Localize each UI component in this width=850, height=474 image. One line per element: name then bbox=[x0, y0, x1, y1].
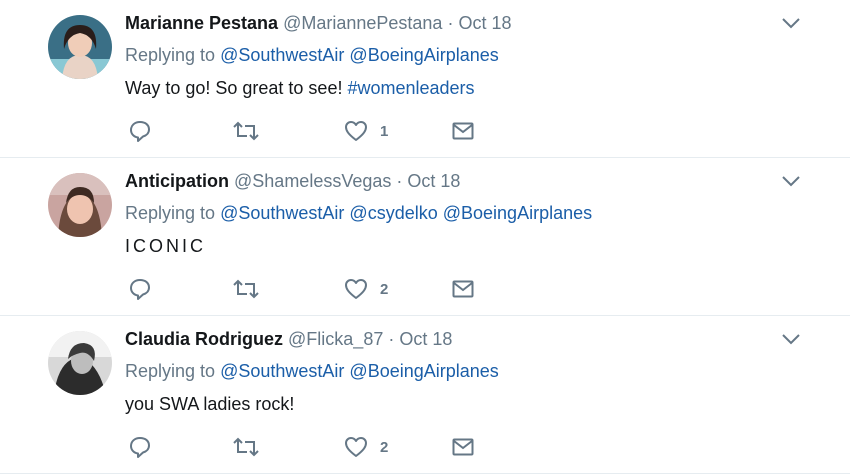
hashtag-link[interactable]: #womenleaders bbox=[347, 78, 474, 98]
tweet-text: ICONIC bbox=[125, 235, 206, 257]
replying-to-label: Replying to bbox=[125, 203, 216, 223]
heart-icon bbox=[345, 279, 367, 299]
mention-link[interactable]: @SouthwestAir bbox=[220, 361, 344, 381]
tweet[interactable]: Anticipation @ShamelessVegas · Oct 18 Re… bbox=[0, 158, 850, 316]
replying-to-label: Replying to bbox=[125, 361, 216, 381]
like-count: 2 bbox=[380, 280, 389, 298]
reply-icon bbox=[130, 437, 150, 458]
avatar[interactable] bbox=[48, 15, 112, 79]
envelope-icon bbox=[452, 280, 474, 298]
like-count: 2 bbox=[380, 438, 389, 456]
separator: · bbox=[396, 171, 403, 191]
tweet-header: Claudia Rodriguez @Flicka_87 · Oct 18 bbox=[125, 328, 452, 350]
like-button[interactable]: 2 bbox=[344, 434, 388, 460]
replying-to: Replying to @SouthwestAir @csydelko @Boe… bbox=[125, 202, 592, 224]
reply-icon bbox=[130, 121, 150, 142]
tweet-body: ICONIC bbox=[125, 236, 206, 256]
tweet[interactable]: Claudia Rodriguez @Flicka_87 · Oct 18 Re… bbox=[0, 316, 850, 474]
like-button[interactable]: 1 bbox=[344, 118, 388, 144]
tweet-actions: 2 bbox=[128, 276, 488, 302]
mention-link[interactable]: @BoeingAirplanes bbox=[349, 361, 498, 381]
user-handle[interactable]: @MariannePestana bbox=[283, 13, 442, 33]
direct-message-button[interactable] bbox=[452, 276, 474, 302]
like-button[interactable]: 2 bbox=[344, 276, 388, 302]
retweet-icon bbox=[233, 279, 259, 299]
retweet-button[interactable] bbox=[232, 276, 260, 302]
display-name[interactable]: Marianne Pestana bbox=[125, 13, 278, 33]
tweet-body: Way to go! So great to see! bbox=[125, 78, 343, 98]
tweet-text: Way to go! So great to see! #womenleader… bbox=[125, 77, 475, 99]
replying-to-label: Replying to bbox=[125, 45, 216, 65]
separator: · bbox=[388, 329, 395, 349]
heart-icon bbox=[345, 121, 367, 141]
envelope-icon bbox=[452, 438, 474, 456]
user-handle[interactable]: @Flicka_87 bbox=[288, 329, 383, 349]
tweet-body: you SWA ladies rock! bbox=[125, 394, 295, 414]
tweet-actions: 1 bbox=[128, 118, 488, 144]
tweet-actions: 2 bbox=[128, 434, 488, 460]
retweet-icon bbox=[233, 121, 259, 141]
retweet-button[interactable] bbox=[232, 434, 260, 460]
timestamp[interactable]: Oct 18 bbox=[407, 171, 460, 191]
avatar[interactable] bbox=[48, 173, 112, 237]
tweet-text: you SWA ladies rock! bbox=[125, 393, 294, 415]
user-handle[interactable]: @ShamelessVegas bbox=[234, 171, 391, 191]
direct-message-button[interactable] bbox=[452, 434, 474, 460]
reply-icon bbox=[130, 279, 150, 300]
mention-link[interactable]: @BoeingAirplanes bbox=[443, 203, 592, 223]
timestamp[interactable]: Oct 18 bbox=[458, 13, 511, 33]
display-name[interactable]: Claudia Rodriguez bbox=[125, 329, 283, 349]
chevron-down-icon[interactable] bbox=[780, 172, 802, 190]
avatar[interactable] bbox=[48, 331, 112, 395]
mention-link[interactable]: @csydelko bbox=[349, 203, 437, 223]
tweet[interactable]: Marianne Pestana @MariannePestana · Oct … bbox=[0, 0, 850, 158]
tweet-header: Anticipation @ShamelessVegas · Oct 18 bbox=[125, 170, 460, 192]
reply-button[interactable] bbox=[128, 276, 152, 302]
mention-link[interactable]: @BoeingAirplanes bbox=[349, 45, 498, 65]
envelope-icon bbox=[452, 122, 474, 140]
direct-message-button[interactable] bbox=[452, 118, 474, 144]
separator: · bbox=[447, 13, 454, 33]
retweet-icon bbox=[233, 437, 259, 457]
replying-to: Replying to @SouthwestAir @BoeingAirplan… bbox=[125, 44, 499, 66]
heart-icon bbox=[345, 437, 367, 457]
like-count: 1 bbox=[380, 122, 389, 140]
tweet-header: Marianne Pestana @MariannePestana · Oct … bbox=[125, 12, 512, 34]
retweet-button[interactable] bbox=[232, 118, 260, 144]
display-name[interactable]: Anticipation bbox=[125, 171, 229, 191]
mention-link[interactable]: @SouthwestAir bbox=[220, 203, 344, 223]
reply-button[interactable] bbox=[128, 118, 152, 144]
timestamp[interactable]: Oct 18 bbox=[399, 329, 452, 349]
replying-to: Replying to @SouthwestAir @BoeingAirplan… bbox=[125, 360, 499, 382]
reply-button[interactable] bbox=[128, 434, 152, 460]
mention-link[interactable]: @SouthwestAir bbox=[220, 45, 344, 65]
chevron-down-icon[interactable] bbox=[780, 330, 802, 348]
chevron-down-icon[interactable] bbox=[780, 14, 802, 32]
